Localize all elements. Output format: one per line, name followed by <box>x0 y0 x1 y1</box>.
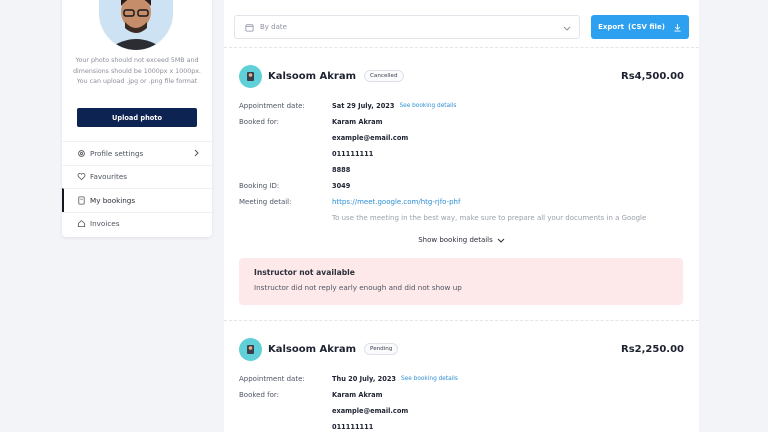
sidebar-item-my-bookings[interactable]: My bookings <box>62 188 212 212</box>
date-filter-select[interactable]: By date <box>234 15 580 39</box>
cancellation-alert: Instructor not available Instructor did … <box>239 258 683 305</box>
export-suffix: (CSV file) <box>628 23 665 31</box>
booking-id-label: Booking ID: <box>239 182 280 190</box>
instructor-avatar <box>239 337 262 361</box>
status-badge: Cancelled <box>364 70 404 82</box>
show-details-label: Show booking details <box>418 236 493 244</box>
export-csv-button[interactable]: Export (CSV file) <box>591 15 689 39</box>
instructor-name[interactable]: Kalsoom Akram <box>268 344 356 355</box>
appointment-date: Thu 20 July, 2023 <box>332 375 396 383</box>
see-booking-details-link[interactable]: See booking details <box>399 103 456 109</box>
alert-text: Instructor did not reply early enough an… <box>254 283 462 292</box>
meeting-label: Meeting detail: <box>239 198 292 206</box>
sidebar-item-label: Profile settings <box>90 148 144 158</box>
booked-for-label: Booked for: <box>239 118 280 126</box>
chevron-right-icon <box>192 149 200 157</box>
booking-id-row: Booking ID: 3049 <box>239 178 684 194</box>
booked-for-name: Karam Akram <box>332 118 383 126</box>
meeting-note-row: To use the meeting in the best way, make… <box>239 210 684 226</box>
sidebar-item-favourites[interactable]: Favourites <box>62 164 212 189</box>
booked-for-phone: 011111111 <box>332 150 374 158</box>
see-booking-details-link[interactable]: See booking details <box>401 376 458 382</box>
booked-for-email: example@email.com <box>332 134 409 142</box>
meeting-link[interactable]: https://meet.google.com/htg-rjfo-phf <box>332 198 460 206</box>
meeting-row: Meeting detail: https://meet.google.com/… <box>239 194 684 210</box>
booked-for-row: example@email.com <box>239 130 684 146</box>
show-booking-details-toggle[interactable]: Show booking details <box>224 236 699 244</box>
download-icon <box>673 23 682 32</box>
date-filter-placeholder: By date <box>260 23 287 31</box>
chevron-down-icon <box>563 24 571 32</box>
meeting-note: To use the meeting in the best way, make… <box>332 214 647 222</box>
booked-for-row: 8888 <box>239 162 684 178</box>
booking-header: Kalsoom Akram Pending Rs2,250.00 <box>239 337 684 361</box>
booked-for-phone: 011111111 <box>332 423 374 431</box>
booking-details: Appointment date: Sat 29 July, 2023 See … <box>239 98 684 226</box>
sidebar-item-label: Favourites <box>90 172 128 182</box>
booked-for-row: Booked for: Karam Akram <box>239 114 684 130</box>
chevron-down-icon <box>497 236 505 244</box>
sidebar-item-invoices[interactable]: Invoices <box>62 211 212 236</box>
book-icon <box>76 195 86 205</box>
status-badge: Pending <box>364 343 399 355</box>
profile-sidebar: Your photo should not exceed 5MB and dim… <box>62 0 212 237</box>
appointment-date: Sat 29 July, 2023 <box>332 102 395 110</box>
appointment-row: Appointment date: Sat 29 July, 2023 See … <box>239 98 684 114</box>
booking-price: Rs4,500.00 <box>621 70 684 82</box>
booked-for-name: Karam Akram <box>332 391 383 399</box>
bookings-panel: By date Export (CSV file) Kalsoom Akram … <box>224 0 699 432</box>
upload-photo-button[interactable]: Upload photo <box>77 108 197 127</box>
instructor-avatar <box>239 64 262 88</box>
booking-card: Kalsoom Akram Pending Rs2,250.00 Appoint… <box>224 320 699 432</box>
gear-icon <box>76 148 86 158</box>
instructor-name[interactable]: Kalsoom Akram <box>268 71 356 82</box>
booking-price: Rs2,250.00 <box>621 343 684 355</box>
appointment-label: Appointment date: <box>239 102 305 110</box>
sidebar-item-profile-settings[interactable]: Profile settings <box>62 141 212 165</box>
export-label: Export <box>598 23 624 31</box>
sidebar-item-label: Invoices <box>90 219 120 229</box>
photo-requirements-text: Your photo should not exceed 5MB and dim… <box>73 57 201 85</box>
booking-details: Appointment date: Thu 20 July, 2023 See … <box>239 371 684 432</box>
profile-avatar[interactable] <box>99 0 173 50</box>
heart-icon <box>76 172 86 182</box>
booked-for-row: example@email.com <box>239 403 684 419</box>
home-icon <box>76 219 86 229</box>
sidebar-item-label: My bookings <box>90 195 136 205</box>
booking-header: Kalsoom Akram Cancelled Rs4,500.00 <box>239 64 684 88</box>
appointment-row: Appointment date: Thu 20 July, 2023 See … <box>239 371 684 387</box>
booking-card: Kalsoom Akram Cancelled Rs4,500.00 Appoi… <box>224 47 699 319</box>
booking-id-value: 3049 <box>332 182 351 190</box>
booked-for-extra: 8888 <box>332 166 351 174</box>
appointment-label: Appointment date: <box>239 375 305 383</box>
calendar-icon <box>245 23 254 32</box>
booked-for-row: 011111111 <box>239 419 684 432</box>
booked-for-label: Booked for: <box>239 391 280 399</box>
sidebar-menu: Profile settings Favourites My bookings … <box>62 141 212 235</box>
booked-for-row: Booked for: Karam Akram <box>239 387 684 403</box>
booked-for-row: 011111111 <box>239 146 684 162</box>
alert-title: Instructor not available <box>254 268 355 277</box>
booked-for-email: example@email.com <box>332 407 409 415</box>
